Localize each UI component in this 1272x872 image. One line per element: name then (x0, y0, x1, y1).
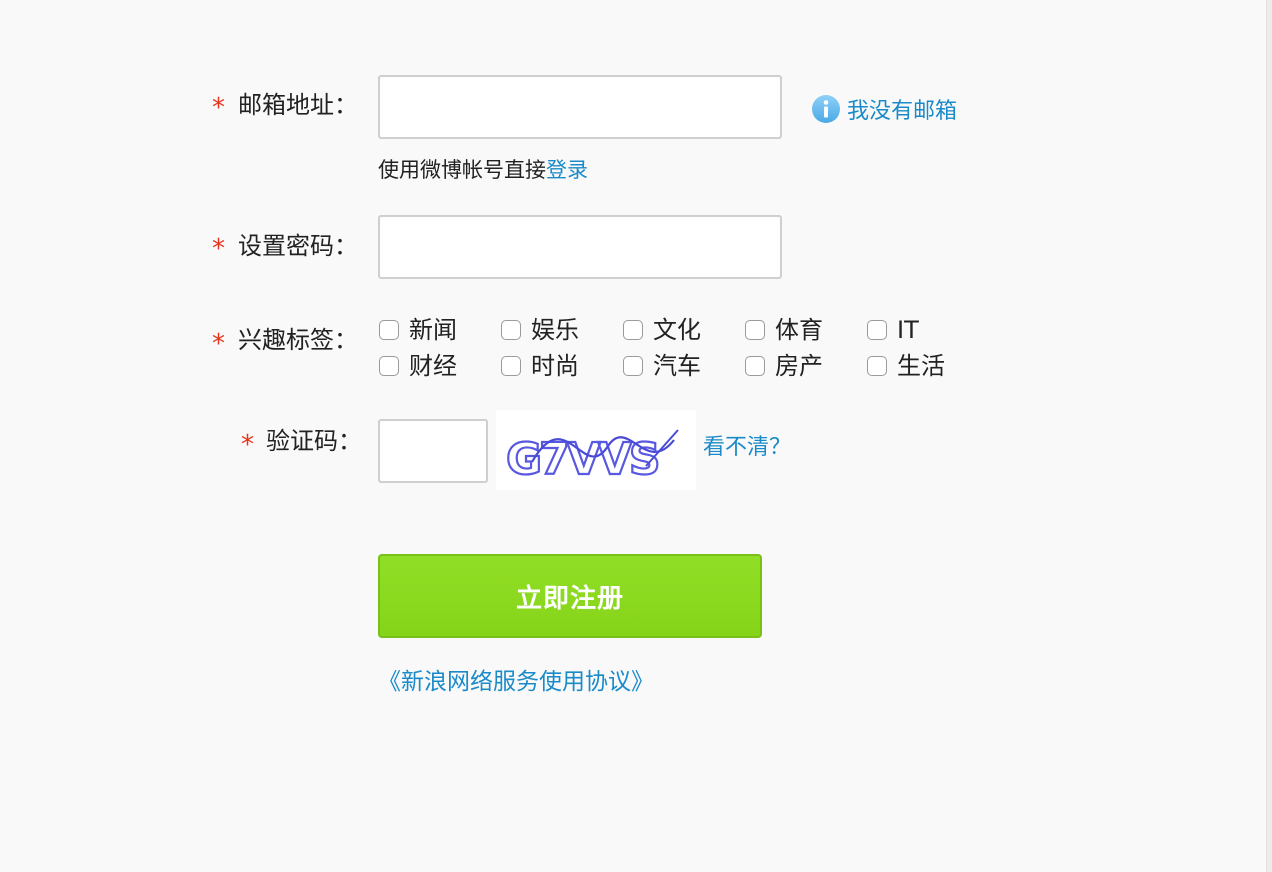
tag-checkbox[interactable] (379, 320, 399, 340)
service-agreement-link[interactable]: 《新浪网络服务使用协议》 (378, 667, 654, 697)
captcha-required-mark: * (241, 430, 254, 460)
tag-checkbox[interactable] (623, 356, 643, 376)
email-label: 邮箱地址： (238, 91, 358, 119)
tag-checkbox[interactable] (867, 356, 887, 376)
password-required-mark: * (212, 234, 225, 264)
tag-label: 汽车 (653, 352, 701, 380)
tag-label: IT (897, 316, 919, 344)
tag-checkbox[interactable] (745, 320, 765, 340)
captcha-graphic: G7VVS (505, 429, 679, 486)
tag-news[interactable]: 新闻 (379, 315, 457, 345)
register-button[interactable]: 立即注册 (378, 554, 762, 638)
tag-checkbox[interactable] (623, 320, 643, 340)
tag-checkbox[interactable] (745, 356, 765, 376)
captcha-refresh-link[interactable]: 看不清？ (703, 433, 791, 463)
no-email-link-text: 我没有邮箱 (847, 99, 958, 124)
tag-life[interactable]: 生活 (867, 351, 945, 381)
tag-sports[interactable]: 体育 (745, 315, 823, 345)
page-right-edge (1266, 0, 1272, 872)
password-input[interactable] (378, 215, 782, 279)
tag-checkbox[interactable] (501, 356, 521, 376)
email-required-mark: * (212, 93, 225, 123)
tag-label: 房产 (775, 352, 823, 380)
tag-label: 新闻 (409, 316, 457, 344)
tag-finance[interactable]: 财经 (379, 351, 457, 381)
tag-label: 文化 (653, 316, 701, 344)
weibo-login-link[interactable]: 登录 (546, 158, 588, 182)
interests-required-mark: * (212, 329, 225, 359)
tag-culture[interactable]: 文化 (623, 315, 701, 345)
tag-label: 娱乐 (531, 316, 579, 344)
tag-auto[interactable]: 汽车 (623, 351, 701, 381)
tag-checkbox[interactable] (379, 356, 399, 376)
tag-entertainment[interactable]: 娱乐 (501, 315, 579, 345)
info-circle-icon (812, 95, 840, 123)
captcha-label: 验证码： (266, 427, 362, 455)
tag-fashion[interactable]: 时尚 (501, 351, 579, 381)
weibo-login-hint: 使用微博帐号直接登录 (378, 155, 588, 185)
captcha-text: G7VVS (506, 434, 658, 485)
email-input[interactable] (378, 75, 782, 139)
interests-label: 兴趣标签： (238, 326, 358, 354)
captcha-image[interactable]: G7VVS (496, 410, 696, 490)
weibo-login-hint-text: 使用微博帐号直接 (378, 158, 546, 182)
tag-label: 财经 (409, 352, 457, 380)
tag-it[interactable]: IT (867, 315, 919, 345)
tag-label: 生活 (897, 352, 945, 380)
tag-label: 时尚 (531, 352, 579, 380)
no-email-link[interactable]: 我没有邮箱 (811, 92, 957, 126)
tag-checkbox[interactable] (867, 320, 887, 340)
password-label: 设置密码： (238, 232, 358, 260)
captcha-input[interactable] (378, 419, 488, 483)
tag-real-estate[interactable]: 房产 (745, 351, 823, 381)
tag-checkbox[interactable] (501, 320, 521, 340)
tag-label: 体育 (775, 316, 823, 344)
